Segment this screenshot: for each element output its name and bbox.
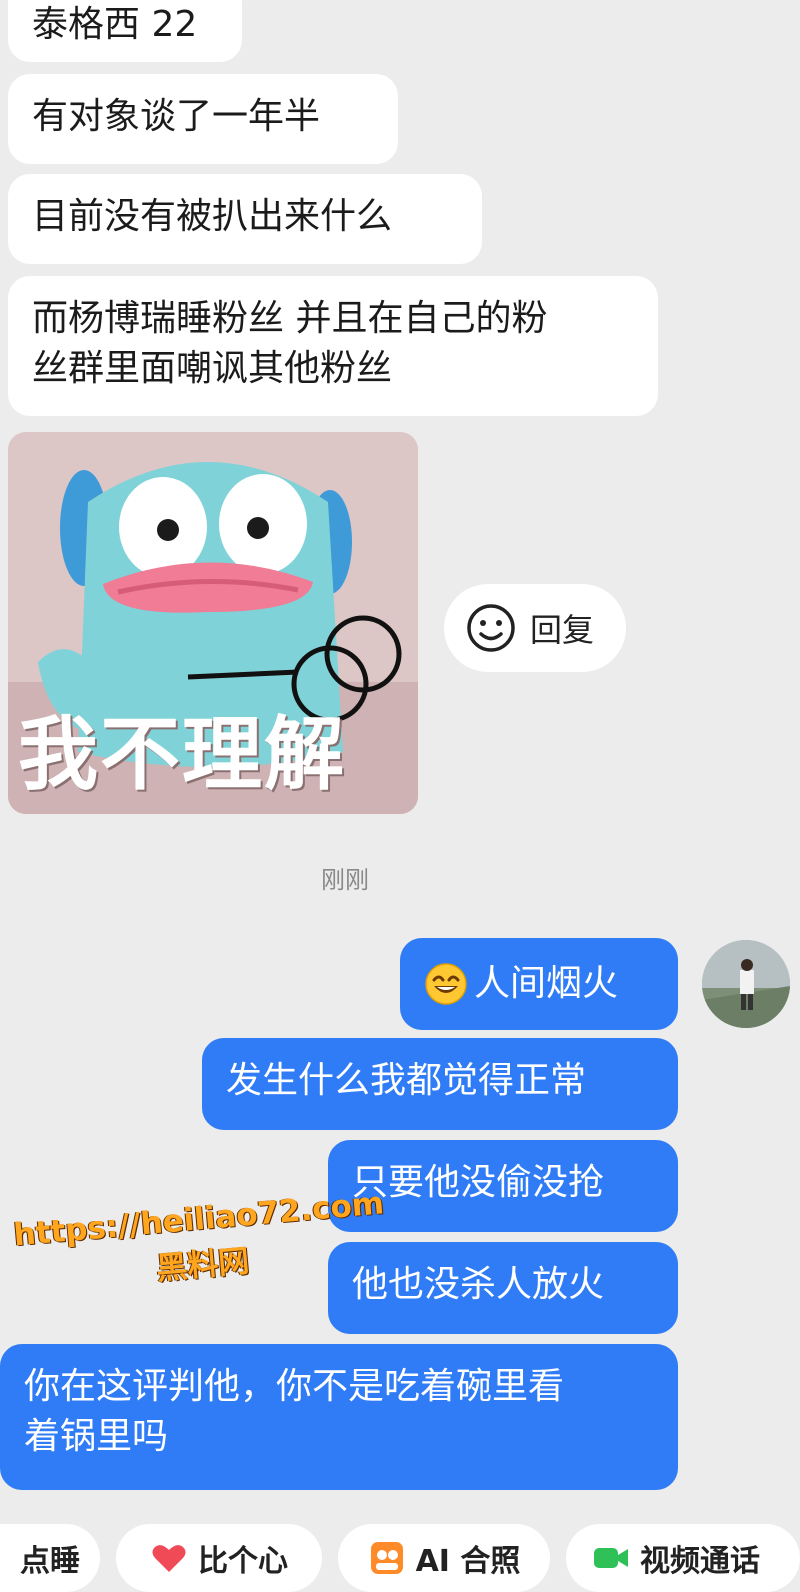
action-chip-sleep[interactable]: 点睡 [0,1524,100,1592]
incoming-message-bubble[interactable]: 泰格西 22 [8,0,242,62]
sticker-caption: 我不理解 [18,708,346,801]
chat-window: 泰格西 22 有对象谈了一年半 目前没有被扒出来什么 而杨博瑞睡粉丝 并且在自己… [0,0,800,1592]
incoming-message-bubble[interactable]: 而杨博瑞睡粉丝 并且在自己的粉 丝群里面嘲讽其他粉丝 [8,276,658,416]
action-label: AI 合照 [415,1544,521,1579]
action-label: 视频通话 [640,1544,760,1579]
action-chip-video-call[interactable]: 视频通话 [566,1524,800,1592]
outgoing-message-bubble[interactable]: 人间烟火 [400,938,678,1030]
timestamp: 刚刚 [321,866,369,894]
reply-label: 回复 [530,611,595,649]
heart-icon [152,1545,186,1572]
action-label: 点睡 [20,1544,80,1579]
quick-action-bar: 点睡 比个心 AI 合照 视频通话 [0,1524,800,1592]
action-chip-heart[interactable]: 比个心 [116,1524,322,1592]
outgoing-message-bubble[interactable]: 你在这评判他，你不是吃着碗里看 着锅里吗 [0,1344,678,1490]
outgoing-message-bubble[interactable]: 发生什么我都觉得正常 [202,1038,678,1130]
outgoing-message-text: 人间烟火 [474,963,619,1004]
avatar-photo [702,940,790,1028]
incoming-message-bubble[interactable]: 有对象谈了一年半 [8,74,398,164]
sticker-image[interactable]: 我不理解 [8,432,418,814]
smiley-icon [467,604,515,652]
avatar[interactable] [702,940,790,1028]
incoming-message-bubble[interactable]: 目前没有被扒出来什么 [8,174,482,264]
ai-photo-icon [370,1542,403,1574]
video-call-icon [594,1548,628,1568]
reply-button[interactable]: 回复 [444,584,626,672]
grin-emoji-icon [425,963,467,1005]
action-label: 比个心 [198,1544,288,1579]
action-chip-ai-photo[interactable]: AI 合照 [338,1524,550,1592]
